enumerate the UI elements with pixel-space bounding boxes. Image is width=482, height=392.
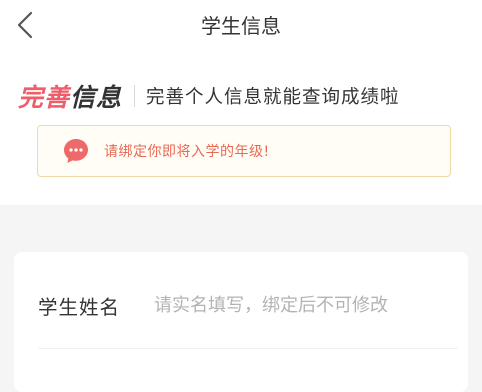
chat-bubble-icon xyxy=(62,137,90,165)
student-name-input[interactable] xyxy=(154,290,454,320)
header-section: 学生信息 完善信息 完善个人信息就能查询成绩啦 请绑定你即将入学的年级! xyxy=(0,0,482,205)
notice-text: 请绑定你即将入学的年级! xyxy=(104,144,270,160)
banner-subtitle: 完善个人信息就能查询成绩啦 xyxy=(146,87,400,108)
brand-title-part1: 完善 xyxy=(18,83,71,112)
notice-box: 请绑定你即将入学的年级! xyxy=(37,125,451,177)
student-name-label: 学生姓名 xyxy=(38,295,121,319)
student-name-row: 学生姓名 xyxy=(38,282,458,328)
info-banner: 完善信息 完善个人信息就能查询成绩啦 xyxy=(18,76,400,116)
brand-title-part2: 信息 xyxy=(70,83,123,112)
field-divider xyxy=(38,348,458,349)
banner-divider xyxy=(134,85,136,107)
brand-title: 完善信息 xyxy=(18,78,122,114)
form-card: 学生姓名 xyxy=(14,252,468,392)
page-title: 学生信息 xyxy=(201,14,281,38)
